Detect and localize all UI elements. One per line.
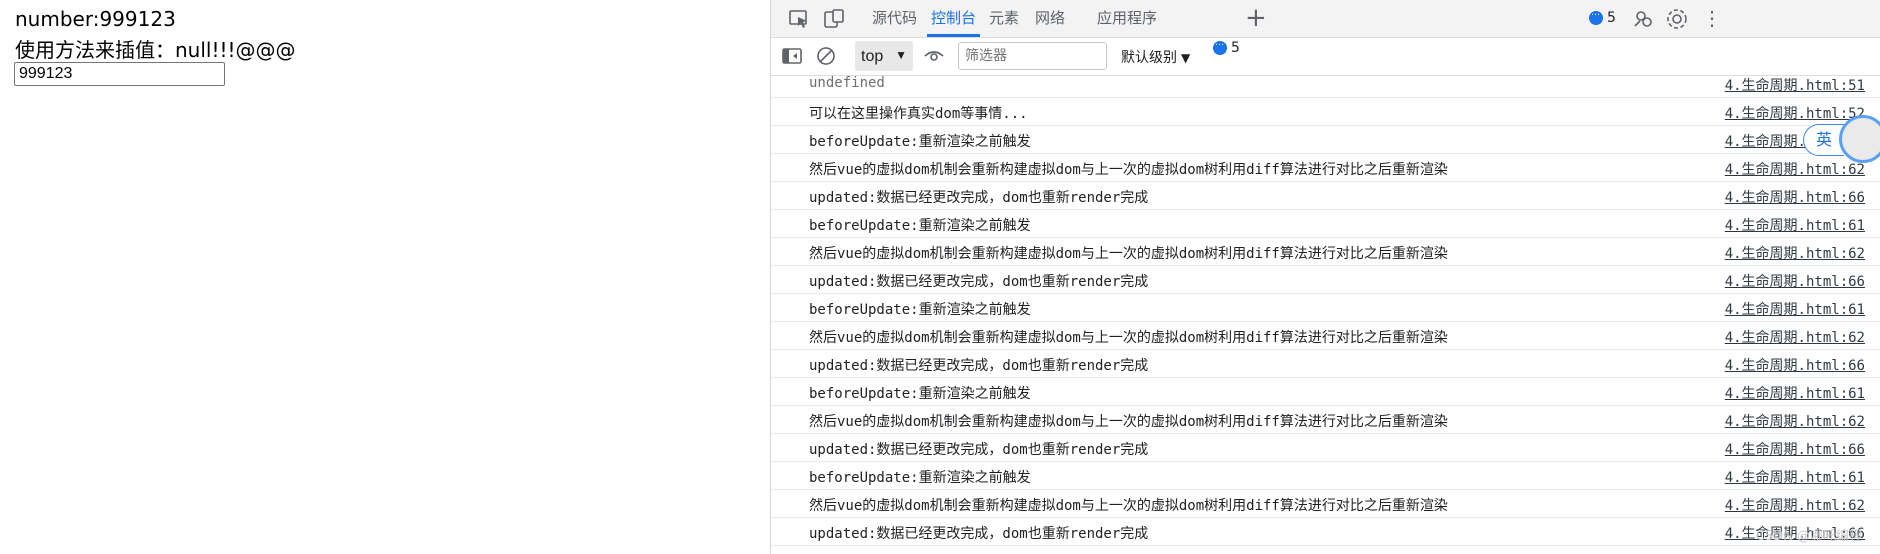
more-options-icon[interactable]: ⋮ bbox=[1699, 6, 1725, 32]
toolbar-issues-badge[interactable]: 5 bbox=[1213, 38, 1240, 56]
console-message: updated:数据已经更改完成，dom也重新render完成 bbox=[809, 442, 1149, 458]
customize-icon[interactable] bbox=[1631, 6, 1657, 32]
tab-elements[interactable]: 元素 bbox=[989, 0, 1019, 37]
issues-icon bbox=[1213, 38, 1227, 55]
source-link[interactable]: 4.生命周期.html:66 bbox=[1725, 439, 1865, 459]
clear-console-icon[interactable] bbox=[813, 43, 839, 69]
source-link[interactable]: 4.生命周期.html:62 bbox=[1725, 243, 1865, 263]
source-link[interactable]: 4.生命周期.html:52 bbox=[1725, 103, 1865, 123]
issues-icon bbox=[1589, 8, 1603, 25]
console-message: 可以在这里操作真实dom等事情... bbox=[809, 106, 1028, 122]
source-link[interactable]: 4.生命周期.html:62 bbox=[1725, 495, 1865, 515]
console-row: 然后vue的虚拟dom机制会重新构建虚拟dom与上一次的虚拟dom树利用diff… bbox=[771, 406, 1880, 434]
console-message: beforeUpdate:重新渲染之前触发 bbox=[809, 386, 1031, 402]
ime-assistant-icon[interactable] bbox=[1839, 115, 1880, 163]
source-link[interactable]: 4.生命周期.html:61 bbox=[1725, 215, 1865, 235]
number-input[interactable] bbox=[14, 62, 225, 86]
tab-console-label: 控制台 bbox=[931, 9, 977, 27]
tab-application[interactable]: 应用程序 bbox=[1097, 0, 1157, 37]
console-row: beforeUpdate:重新渲染之前触发 4.生命周期.html:61 bbox=[771, 462, 1880, 490]
tab-network[interactable]: 网络 bbox=[1035, 0, 1065, 37]
number-text: number:999123 bbox=[15, 7, 176, 31]
tab-console[interactable]: 控制台 bbox=[927, 0, 981, 37]
console-row: 然后vue的虚拟dom机制会重新构建虚拟dom与上一次的虚拟dom树利用diff… bbox=[771, 154, 1880, 182]
console-row: beforeUpdate:重新渲染之前触发 4.生命周期.html:61 bbox=[771, 378, 1880, 406]
console-row: 然后vue的虚拟dom机制会重新构建虚拟dom与上一次的虚拟dom树利用diff… bbox=[771, 238, 1880, 266]
console-message: beforeUpdate:重新渲染之前触发 bbox=[809, 470, 1031, 486]
console-message: 然后vue的虚拟dom机制会重新构建虚拟dom与上一次的虚拟dom树利用diff… bbox=[809, 246, 1448, 262]
console-row: updated:数据已经更改完成，dom也重新render完成 4.生命周期.ht… bbox=[771, 350, 1880, 378]
log-levels-label: 默认级别 bbox=[1121, 50, 1177, 66]
web-page: number:999123 使用方法来插值：null!!!@@@ bbox=[0, 0, 770, 554]
source-link[interactable]: 4.生命周期.html:62 bbox=[1725, 411, 1865, 431]
add-tab-icon[interactable]: + bbox=[1245, 5, 1267, 31]
interpolation-text: 使用方法来插值：null!!!@@@ bbox=[15, 38, 296, 62]
source-link[interactable]: 4.生命周期.html:51 bbox=[1725, 75, 1865, 95]
issues-badge[interactable]: 5 bbox=[1589, 8, 1616, 26]
console-output: undefined 4.生命周期.html:51 可以在这里操作真实dom等事情..… bbox=[771, 75, 1880, 554]
console-message: 然后vue的虚拟dom机制会重新构建虚拟dom与上一次的虚拟dom树利用diff… bbox=[809, 498, 1448, 514]
console-message: undefined bbox=[809, 75, 885, 91]
source-link[interactable]: 4.生命周期.html:61 bbox=[1725, 383, 1865, 403]
console-message: updated:数据已经更改完成，dom也重新render完成 bbox=[809, 526, 1149, 542]
console-message: beforeUpdate:重新渲染之前触发 bbox=[809, 134, 1031, 150]
chevron-down-icon: ▼ bbox=[895, 48, 907, 62]
log-levels-dropdown[interactable]: 默认级别 ▼ bbox=[1121, 47, 1190, 67]
source-link[interactable]: 4.生命周期.html:62 bbox=[1725, 327, 1865, 347]
devtools-tabbar: 源代码 控制台 元素 网络 应用程序 + 5 ⋮ bbox=[771, 0, 1880, 38]
toolbar-issues-count: 5 bbox=[1231, 40, 1240, 56]
context-value: top bbox=[861, 48, 884, 65]
console-row: updated:数据已经更改完成，dom也重新render完成 4.生命周期.ht… bbox=[771, 182, 1880, 210]
console-message: updated:数据已经更改完成，dom也重新render完成 bbox=[809, 190, 1149, 206]
tab-sources[interactable]: 源代码 bbox=[872, 0, 917, 37]
ime-language-badge[interactable]: 英 bbox=[1803, 124, 1844, 156]
console-row: undefined 4.生命周期.html:51 bbox=[771, 70, 1880, 98]
console-message: 然后vue的虚拟dom机制会重新构建虚拟dom与上一次的虚拟dom树利用diff… bbox=[809, 330, 1448, 346]
console-message: beforeUpdate:重新渲染之前触发 bbox=[809, 218, 1031, 234]
console-row: 可以在这里操作真实dom等事情... 4.生命周期.html:52 bbox=[771, 98, 1880, 126]
sidebar-toggle-icon[interactable] bbox=[779, 43, 805, 69]
source-link[interactable]: 4.生命周期.html:66 bbox=[1725, 355, 1865, 375]
console-row: updated:数据已经更改完成，dom也重新render完成 4.生命周期.ht… bbox=[771, 266, 1880, 294]
console-row: updated:数据已经更改完成，dom也重新render完成 4.生命周期.ht… bbox=[771, 518, 1880, 546]
source-link[interactable]: 4.生命周期.html:61 bbox=[1725, 467, 1865, 487]
device-toggle-icon[interactable] bbox=[821, 6, 847, 32]
console-row: 然后vue的虚拟dom机制会重新构建虚拟dom与上一次的虚拟dom树利用diff… bbox=[771, 490, 1880, 518]
inspect-icon[interactable] bbox=[786, 6, 812, 32]
console-message: 然后vue的虚拟dom机制会重新构建虚拟dom与上一次的虚拟dom树利用diff… bbox=[809, 162, 1448, 178]
source-link[interactable]: 4.生命周期.html:61 bbox=[1725, 299, 1865, 319]
console-message: updated:数据已经更改完成，dom也重新render完成 bbox=[809, 274, 1149, 290]
settings-icon[interactable] bbox=[1664, 6, 1690, 32]
watermark: CSDN @哪吒编程 bbox=[1755, 529, 1862, 544]
console-message: beforeUpdate:重新渲染之前触发 bbox=[809, 302, 1031, 318]
console-row: beforeUpdate:重新渲染之前触发 4.生命周期.html:61 bbox=[771, 126, 1880, 154]
console-row: 然后vue的虚拟dom机制会重新构建虚拟dom与上一次的虚拟dom树利用diff… bbox=[771, 322, 1880, 350]
console-message: updated:数据已经更改完成，dom也重新render完成 bbox=[809, 358, 1149, 374]
console-row: beforeUpdate:重新渲染之前触发 4.生命周期.html:61 bbox=[771, 210, 1880, 238]
chevron-down-icon: ▼ bbox=[1181, 51, 1191, 65]
filter-input[interactable] bbox=[958, 42, 1107, 70]
active-tab-indicator bbox=[927, 34, 981, 37]
devtools-panel: 源代码 控制台 元素 网络 应用程序 + 5 ⋮ top ▼ 默认级别 ▼ 5 un… bbox=[771, 0, 1880, 554]
source-link[interactable]: 4.生命周期.html:66 bbox=[1725, 271, 1865, 291]
console-message: 然后vue的虚拟dom机制会重新构建虚拟dom与上一次的虚拟dom树利用diff… bbox=[809, 414, 1448, 430]
console-row: updated:数据已经更改完成，dom也重新render完成 4.生命周期.ht… bbox=[771, 434, 1880, 462]
console-row: beforeUpdate:重新渲染之前触发 4.生命周期.html:61 bbox=[771, 294, 1880, 322]
context-select[interactable]: top ▼ bbox=[855, 41, 913, 71]
source-link[interactable]: 4.生命周期.html:66 bbox=[1725, 187, 1865, 207]
source-link[interactable]: 4.生命周期.html:62 bbox=[1725, 159, 1865, 179]
live-expression-icon[interactable] bbox=[921, 43, 947, 69]
issues-count: 5 bbox=[1607, 10, 1616, 26]
